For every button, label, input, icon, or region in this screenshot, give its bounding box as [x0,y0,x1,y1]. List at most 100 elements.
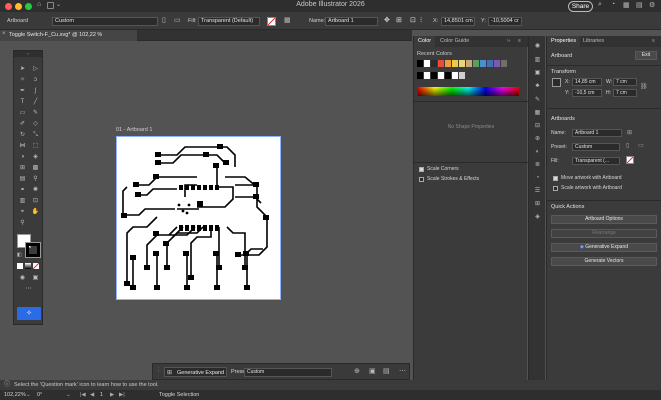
prev-artboard-icon[interactable]: ◀ [90,390,94,400]
generate-vectors-button[interactable]: Generate Vectors [551,257,657,266]
symbols-panel-icon[interactable]: ♣ [533,82,542,91]
generative-expand-button[interactable]: ⊞ Generative Expand [164,367,227,377]
color-swatch[interactable] [494,60,501,67]
artboard-options-icon[interactable]: ⊞ [627,129,632,136]
artboard-fill-dropdown[interactable]: Transparent (... [572,157,620,165]
tab-properties[interactable]: Properties [547,36,581,47]
transparency-panel-icon[interactable]: ◔ [533,174,542,183]
portrait-icon[interactable]: ▯ [626,142,629,149]
distribute-icon[interactable]: ▤ [383,367,390,375]
selection-tool-icon[interactable]: ➤ [18,65,27,74]
graph-tool-icon[interactable]: ▥ [18,197,27,206]
x-field[interactable]: 14,8501 cm [441,16,475,26]
rotate-tool-icon[interactable]: ↻ [18,131,27,140]
user-icon[interactable]: ◔ [611,1,615,8]
artboard-name-field[interactable]: Artboard 1 [572,129,622,137]
symbol-sprayer-tool-icon[interactable]: ✺ [31,186,40,195]
tab-color[interactable]: Color [414,36,436,47]
hand-tool-icon[interactable]: ✋ [31,208,40,217]
panel-menu-icon[interactable]: ≡ [652,38,655,44]
type-tool-icon[interactable]: T [18,98,27,107]
more-options-icon[interactable]: ⋯ [399,367,406,375]
color-swatch[interactable] [431,72,438,79]
toolbar-handle[interactable]: ‹‹ [14,51,42,57]
move-artwork-icon[interactable]: ✥ [384,16,390,24]
color-swatch[interactable] [480,60,487,67]
status-mode[interactable]: Toggle Selection [159,390,199,400]
appearance-panel-icon[interactable]: ☰ [533,187,542,196]
eraser-tool-icon[interactable]: ◇ [31,120,40,129]
drag-handle-icon[interactable]: ⋮ [156,367,161,373]
eyedropper-tool-icon[interactable]: ⚲ [31,175,40,184]
draw-mode-icon[interactable]: ◉ [18,274,27,283]
transform-x-field[interactable]: 14,85 cm [572,78,602,86]
fill-swatch[interactable] [267,16,276,26]
width-tool-icon[interactable]: ⋈ [18,142,27,151]
artboard-number[interactable]: 1 [100,390,103,400]
pathfinder-panel-icon[interactable]: ⊕ [533,135,542,144]
generative-tool-icon[interactable]: ✧ [17,307,41,320]
rotation-dropdown-icon[interactable]: ⌄ [66,390,71,400]
generative-expand-button[interactable]: ◆ Generative Expand [551,243,657,252]
paintbrush-tool-icon[interactable]: ✎ [31,109,40,118]
mesh-tool-icon[interactable]: ▩ [31,164,40,173]
free-transform-tool-icon[interactable]: ⬚ [31,142,40,151]
preset-dropdown[interactable]: Custom [244,368,332,377]
direct-selection-tool-icon[interactable]: ▷ [31,65,40,74]
artboard-options-icon[interactable]: ⊞ [396,16,402,24]
share-button[interactable]: Share [568,0,593,12]
perspective-grid-tool-icon[interactable]: ⊞ [18,164,27,173]
properties-panel-icon[interactable]: ◉ [533,42,542,51]
zoom-tool-icon[interactable]: ⚲ [18,219,27,228]
tab-libraries[interactable]: Libraries [579,36,608,47]
artboards-panel-icon[interactable]: ⊞ [533,200,542,209]
tab-color-guide[interactable]: Color Guide [436,36,473,47]
color-swatch[interactable] [438,60,445,67]
default-colors-icon[interactable]: ◧ [17,252,22,258]
color-swatch[interactable] [466,60,473,67]
brushes-panel-icon[interactable]: ✎ [533,96,542,105]
color-swatch[interactable] [452,60,459,67]
color-swatch[interactable] [431,60,438,67]
last-artboard-icon[interactable]: ▶| [119,390,125,400]
live-paint-tool-icon[interactable]: ◈ [31,153,40,162]
reference-point-icon[interactable]: ⊡ [410,16,416,24]
settings-icon[interactable]: ⚙ [649,1,655,9]
scale-strokes-checkbox[interactable] [419,177,424,182]
close-tab-icon[interactable]: × [2,31,6,37]
rearrange-button[interactable]: Rearrange [551,229,657,238]
scale-tool-icon[interactable]: ⤡ [31,131,40,140]
stroke-color-swatch[interactable] [25,242,41,258]
color-swatch[interactable] [438,72,445,79]
transform-y-field[interactable]: -10,5 cm [572,89,602,97]
artboard-name-field[interactable]: Artboard 1 [325,16,378,26]
rectangle-tool-icon[interactable]: ▭ [18,109,27,118]
color-swatch[interactable] [501,60,508,67]
graphic-styles-panel-icon[interactable]: ◈ [533,213,542,222]
move-artwork-checkbox[interactable] [553,176,558,181]
slice-tool-icon[interactable]: ⌖ [18,208,27,217]
landscape-icon[interactable]: ▭ [638,142,644,149]
preset-dropdown[interactable]: Custom [52,16,158,26]
scale-corners-checkbox[interactable] [419,167,424,172]
constrain-proportions-icon[interactable]: ⛓ [640,83,648,90]
exit-button[interactable]: Exit [635,51,657,60]
curvature-tool-icon[interactable]: ∫ [31,87,40,96]
transform-h-field[interactable]: 7 cm [613,89,637,97]
collapse-icon[interactable]: ›› [507,38,510,44]
reference-point-icon[interactable] [552,78,561,87]
blend-tool-icon[interactable]: ⚭ [18,186,27,195]
panel-menu-icon[interactable]: ≡ [518,38,521,44]
first-artboard-icon[interactable]: |◀ [80,390,86,400]
color-swatch[interactable] [417,72,424,79]
search-icon[interactable]: ⌕ [598,1,602,9]
line-tool-icon[interactable]: ╱ [31,98,40,107]
orientation-icon[interactable]: ▯ [162,16,166,24]
artboard-options-button[interactable]: Artboard Options [551,215,657,224]
reference-point-grid-icon[interactable]: ⁝ [420,16,422,24]
landscape-icon[interactable]: ▭ [174,16,181,24]
shaper-tool-icon[interactable]: ✐ [18,120,27,129]
color-swatch[interactable] [445,60,452,67]
y-field[interactable]: -10,5004 cr [488,16,522,26]
lasso-tool-icon[interactable]: ↄ [31,76,40,85]
